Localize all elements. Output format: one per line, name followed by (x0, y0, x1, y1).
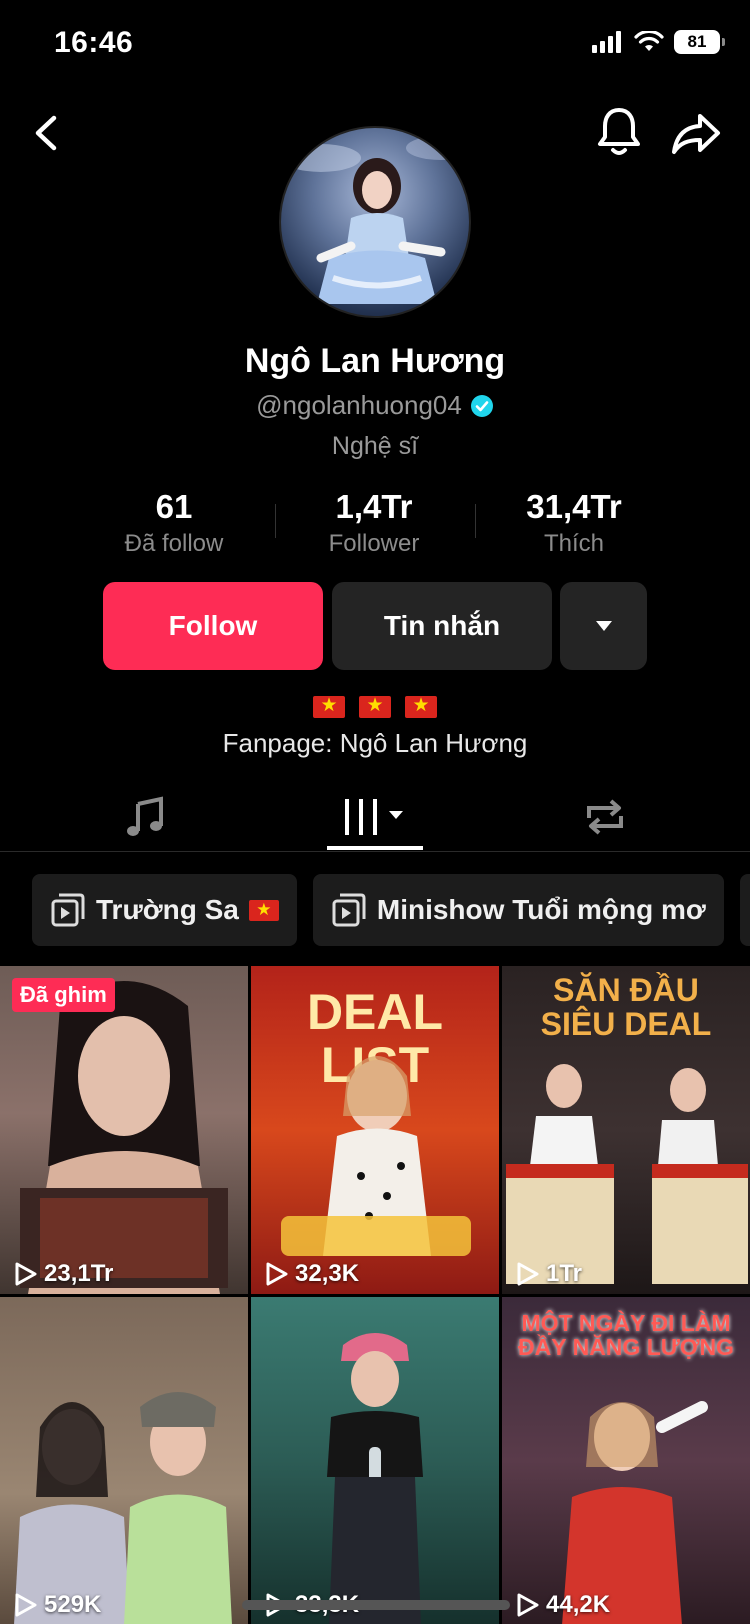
video-thumbnail[interactable]: Đã ghim 23,1Tr (0, 966, 248, 1294)
dropdown-triangle-icon (595, 621, 612, 631)
stat-likes-value: 31,4Tr (526, 488, 622, 525)
playlist-chip[interactable]: Minishow Tuổi mộng mơ (312, 874, 724, 946)
avatar-photo (281, 136, 469, 304)
playlist-chip[interactable] (739, 874, 750, 946)
bio-flags (0, 694, 750, 718)
handle-row: @ngolanhuong04 (0, 390, 750, 421)
video-thumbnail-image (327, 1333, 423, 1624)
vietnam-flag-icon (313, 694, 345, 718)
view-count-value: 32,3K (295, 1260, 360, 1287)
back-arrow-icon[interactable] (26, 108, 66, 158)
repost-icon (587, 799, 623, 835)
video-thumbnail[interactable]: DEAL LIST 32,3K (251, 966, 499, 1294)
status-icons: 81 (592, 30, 725, 54)
tab-music[interactable] (95, 782, 195, 852)
view-count-value: 23,1Tr (44, 1260, 114, 1287)
view-count: 32,3K (265, 1260, 359, 1288)
share-icon[interactable] (670, 108, 722, 158)
stat-followers-label: Follower (328, 530, 420, 557)
video-thumbnail-image (506, 1064, 748, 1284)
play-icon (15, 1262, 37, 1286)
stat-likes[interactable]: 31,4Tr Thích (474, 488, 674, 558)
play-icon (517, 1262, 539, 1286)
playlist-chip[interactable]: Trường Sa (32, 874, 297, 946)
profile-bio[interactable]: Fanpage: Ngô Lan Hương (0, 728, 750, 759)
view-count: 23,1Tr (14, 1260, 113, 1288)
verified-badge-icon (470, 394, 493, 417)
video-thumbnail-image (281, 1056, 471, 1256)
tab-reposts[interactable] (555, 782, 655, 852)
profile-stats: 61 Đã follow 1,4Tr Follower 31,4Tr Thích (0, 488, 750, 558)
view-count-value: 44,2K (546, 1591, 611, 1618)
playlist-label: Trường Sa (96, 894, 239, 925)
stat-following-value: 61 (155, 488, 193, 525)
stat-likes-label: Thích (543, 530, 605, 557)
content-tabs (0, 782, 750, 852)
profile-handle: @ngolanhuong04 (256, 390, 462, 420)
view-count-value: 1Tr (546, 1260, 583, 1287)
video-thumbnail[interactable]: MỘT NGÀY ĐI LÀM ĐẦY NĂNG LƯỢNG 44,2K (502, 1297, 750, 1624)
music-note-icon (127, 796, 163, 836)
stat-followers[interactable]: 1,4Tr Follower (274, 488, 474, 558)
video-thumbnail-image (562, 1401, 708, 1624)
view-count-value: 529K (44, 1591, 102, 1618)
status-time: 16:46 (54, 26, 134, 59)
message-button[interactable]: Tin nhắn (332, 582, 552, 670)
more-options-button[interactable] (560, 582, 647, 670)
stat-following-label: Đã follow (124, 530, 224, 557)
wifi-icon (634, 31, 664, 51)
video-grid-icon (345, 799, 403, 835)
playlist-label: Minishow Tuổi mộng mơ (376, 894, 706, 925)
avatar[interactable] (279, 126, 471, 318)
notification-bell-icon[interactable] (594, 104, 644, 160)
active-tab-indicator (327, 846, 423, 850)
video-thumbnail-image (20, 981, 228, 1294)
playlist-icon (332, 893, 366, 927)
view-count: 529K (14, 1591, 101, 1619)
profile-category: Nghệ sĩ (331, 432, 419, 460)
home-indicator[interactable] (242, 1600, 510, 1610)
follow-button[interactable]: Follow (103, 582, 323, 670)
view-count: 1Tr (516, 1260, 582, 1288)
view-count: 44,2K (516, 1591, 610, 1619)
profile-name: Ngô Lan Hương (244, 342, 506, 380)
video-thumbnail[interactable]: 529K (0, 1297, 248, 1624)
vietnam-flag-icon (248, 898, 279, 922)
cellular-signal-icon (592, 31, 621, 53)
vietnam-flag-icon (405, 694, 437, 718)
play-icon (266, 1262, 288, 1286)
battery-icon: 81 (674, 30, 725, 54)
play-icon (517, 1593, 539, 1617)
playlist-strip: Trường Sa Minishow Tuổi mộng mơ (32, 874, 750, 946)
pinned-badge: Đã ghim (12, 978, 115, 1012)
video-thumbnail[interactable]: SĂN ĐẦU SIÊU DEAL 1Tr (502, 966, 750, 1294)
video-thumbnail-image (14, 1392, 232, 1624)
vietnam-flag-icon (359, 694, 391, 718)
stat-following[interactable]: 61 Đã follow (74, 488, 274, 558)
stat-followers-value: 1,4Tr (335, 488, 413, 525)
tab-videos[interactable] (325, 782, 425, 852)
status-bar: 16:46 81 (0, 0, 750, 92)
video-thumbnail[interactable]: 33,3K (251, 1297, 499, 1624)
playlist-icon (51, 893, 85, 927)
play-icon (15, 1593, 37, 1617)
